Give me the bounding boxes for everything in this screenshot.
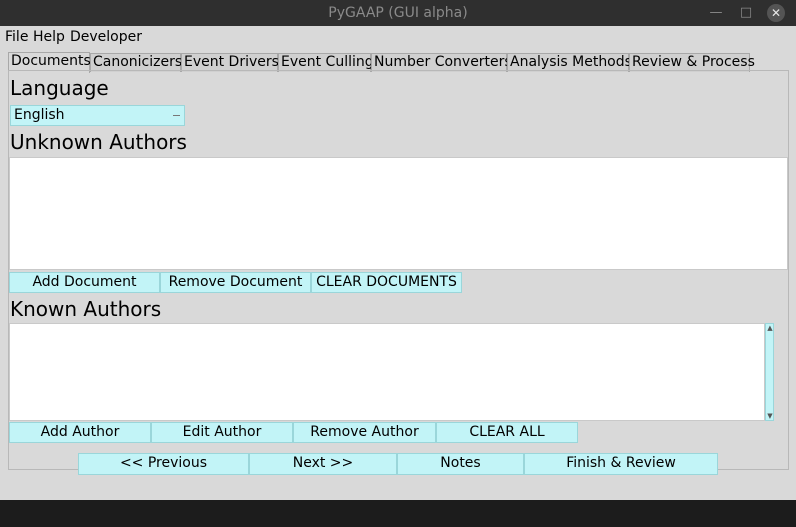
add-author-button[interactable]: Add Author — [9, 422, 151, 443]
next-button[interactable]: Next >> — [249, 453, 397, 475]
unknown-authors-heading: Unknown Authors — [10, 130, 187, 154]
app-window: File Help Developer Documents Canonicize… — [0, 26, 796, 500]
language-select[interactable]: English — [10, 105, 185, 126]
scroll-down-icon[interactable]: ▼ — [767, 413, 773, 420]
menu-file[interactable]: File — [5, 29, 28, 45]
scroll-up-icon[interactable]: ▲ — [767, 325, 773, 332]
close-icon[interactable]: ✕ — [767, 4, 785, 22]
title-bar: PyGAAP (GUI alpha) — □ ✕ — [0, 0, 796, 26]
unknown-authors-list[interactable] — [9, 157, 788, 270]
maximize-icon[interactable]: □ — [737, 4, 755, 22]
add-document-button[interactable]: Add Document — [9, 272, 160, 293]
known-authors-heading: Known Authors — [10, 297, 162, 321]
language-heading: Language — [10, 76, 109, 100]
menu-developer[interactable]: Developer — [70, 29, 142, 45]
window-title: PyGAAP (GUI alpha) — [328, 5, 468, 21]
language-selected-value: English — [14, 107, 65, 123]
notes-button[interactable]: Notes — [397, 453, 524, 475]
known-authors-scrollbar[interactable]: ▲ ▼ — [765, 323, 774, 421]
finish-review-button[interactable]: Finish & Review — [524, 453, 718, 475]
remove-document-button[interactable]: Remove Document — [160, 272, 311, 293]
clear-all-button[interactable]: CLEAR ALL — [436, 422, 578, 443]
menu-help[interactable]: Help — [33, 29, 65, 45]
edit-author-button[interactable]: Edit Author — [151, 422, 293, 443]
taskbar — [0, 500, 796, 527]
clear-documents-button[interactable]: CLEAR DOCUMENTS — [311, 272, 462, 293]
minimize-icon[interactable]: — — [707, 4, 725, 22]
menu-bar: File Help Developer — [0, 26, 796, 50]
dropdown-indicator-icon — [173, 115, 180, 116]
known-authors-list[interactable] — [9, 323, 765, 421]
previous-button[interactable]: << Previous — [78, 453, 249, 475]
remove-author-button[interactable]: Remove Author — [293, 422, 436, 443]
